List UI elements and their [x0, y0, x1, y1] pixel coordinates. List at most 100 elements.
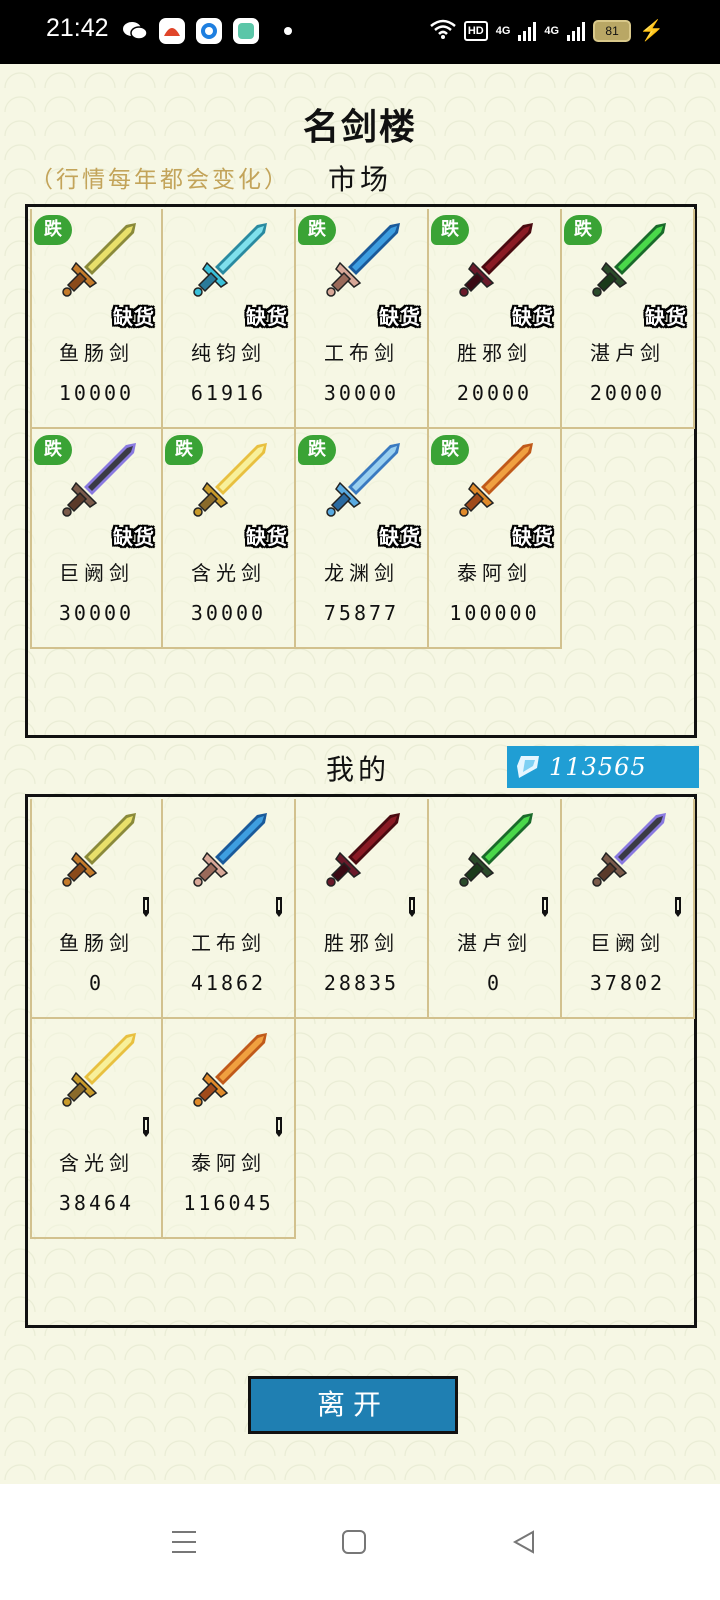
game-screen: 名剑楼 （行情每年都会变化） 市场 跌缺货 鱼肠剑 10000 缺货 纯钧剑 61916 跌…: [0, 64, 720, 1484]
orange-sword-icon: [193, 1033, 267, 1107]
sword-name: 湛卢剑: [590, 341, 665, 365]
price-drop-badge: 跌: [564, 215, 602, 245]
market-panel: 跌缺货 鱼肠剑 10000 缺货 纯钧剑 61916 跌缺货 工布剑 30000 跌缺货 胜邪剑 20…: [25, 204, 697, 738]
sword-value: 116045: [183, 1191, 274, 1215]
leave-button[interactable]: 离开: [248, 1376, 458, 1434]
sword-price: 100000: [449, 601, 540, 625]
sword-name: 巨阙剑: [59, 561, 134, 585]
status-time: 21:42: [46, 14, 109, 42]
inventory-item[interactable]: 工布剑 41862: [163, 799, 296, 1019]
more-notifications-dot: [284, 27, 292, 35]
sword-value: 37802: [589, 971, 666, 995]
app-green-icon: [233, 18, 259, 44]
market-grid: 跌缺货 鱼肠剑 10000 缺货 纯钧剑 61916 跌缺货 工布剑 30000 跌缺货 胜邪剑 20…: [30, 209, 695, 649]
app-blue-icon: [196, 18, 222, 44]
sword-name: 纯钧剑: [191, 341, 266, 365]
out-of-stock-badge: 缺货: [512, 305, 554, 329]
out-of-stock-badge: 缺货: [246, 525, 288, 549]
mine-section-label: 我的: [326, 753, 391, 786]
status-right: HD 4G 4G 81 ⚡: [430, 18, 664, 43]
market-note: （行情每年都会变化）: [30, 167, 290, 193]
yellow-sword-icon: [62, 813, 136, 887]
dark-sword-icon: [592, 813, 666, 887]
sword-price: 61916: [190, 381, 267, 405]
price-drop-badge: 跌: [431, 215, 469, 245]
sword-value: 38464: [58, 1191, 135, 1215]
price-drop-badge: 跌: [34, 435, 72, 465]
gold-sword-icon: [62, 1033, 136, 1107]
sword-name: 泰阿剑: [191, 1151, 266, 1175]
market-item[interactable]: 跌缺货 含光剑 30000: [163, 429, 296, 649]
navigation-bar: [0, 1484, 720, 1600]
price-drop-badge: 跌: [165, 435, 203, 465]
sword-value: 0: [486, 971, 503, 995]
out-of-stock-badge: 缺货: [246, 305, 288, 329]
app-red-icon: [159, 18, 185, 44]
sword-price: 30000: [58, 601, 135, 625]
menu-icon[interactable]: [166, 1524, 202, 1560]
sword-name: 巨阙剑: [590, 931, 665, 955]
price-drop-badge: 跌: [298, 435, 336, 465]
out-of-stock-badge: 缺货: [113, 525, 155, 549]
flag-icon: [276, 1117, 282, 1137]
inventory-item[interactable]: 巨阙剑 37802: [562, 799, 695, 1019]
status-bar: 21:42 HD 4G 4G 81 ⚡: [0, 0, 720, 64]
sword-value: 41862: [190, 971, 267, 995]
inventory-item[interactable]: 鱼肠剑 0: [30, 799, 163, 1019]
home-icon[interactable]: [336, 1524, 372, 1560]
flag-icon: [143, 1117, 149, 1137]
market-item[interactable]: 缺货纯钧剑 61916: [163, 209, 296, 429]
gem-icon: [517, 756, 539, 778]
sword-name: 鱼肠剑: [59, 931, 134, 955]
inventory-panel: 鱼肠剑 0 工布剑 41862 胜邪剑 28835 湛卢剑 0 巨阙剑 37802 含光剑 38464…: [25, 794, 697, 1328]
flag-icon: [143, 897, 149, 917]
cyan-sword-icon: [193, 223, 267, 297]
out-of-stock-badge: 缺货: [645, 305, 687, 329]
blue-sword-icon: [193, 813, 267, 887]
battery-icon: 81: [593, 19, 632, 42]
wifi-icon: [430, 19, 456, 42]
hd-indicator: HD: [463, 20, 488, 41]
sword-name: 胜邪剑: [457, 341, 532, 365]
back-icon[interactable]: [506, 1524, 542, 1560]
inventory-item[interactable]: 胜邪剑 28835: [296, 799, 429, 1019]
crimson-sword-icon: [326, 813, 400, 887]
charging-icon: ⚡: [639, 20, 664, 42]
sword-price: 75877: [323, 601, 400, 625]
sword-name: 湛卢剑: [457, 931, 532, 955]
inventory-item[interactable]: 含光剑 38464: [30, 1019, 163, 1239]
notification-icons: [122, 18, 292, 44]
market-section-label: 市场: [328, 163, 393, 196]
gem-count: 113565: [549, 753, 647, 781]
market-item[interactable]: 跌缺货龙渊剑 75877: [296, 429, 429, 649]
sword-price: 30000: [190, 601, 267, 625]
sword-name: 胜邪剑: [324, 931, 399, 955]
sword-name: 鱼肠剑: [59, 341, 134, 365]
market-item[interactable]: 跌缺货工布剑 30000: [296, 209, 429, 429]
green-sword-icon: [459, 813, 533, 887]
network-label-2: 4G: [544, 24, 560, 37]
market-item[interactable]: 跌缺货 泰阿剑 100000: [429, 429, 562, 649]
sword-name: 龙渊剑: [324, 561, 399, 585]
price-drop-badge: 跌: [298, 215, 336, 245]
market-item[interactable]: 跌缺货巨阙剑 30000: [30, 429, 163, 649]
sword-value: 0: [88, 971, 105, 995]
market-item[interactable]: 跌缺货 湛卢剑 20000: [562, 209, 695, 429]
inventory-item[interactable]: 泰阿剑 116045: [163, 1019, 296, 1239]
market-item[interactable]: 跌缺货 鱼肠剑 10000: [30, 209, 163, 429]
price-drop-badge: 跌: [34, 215, 72, 245]
inventory-item[interactable]: 湛卢剑 0: [429, 799, 562, 1019]
out-of-stock-badge: 缺货: [379, 305, 421, 329]
sword-name: 工布剑: [324, 341, 399, 365]
sword-value: 28835: [323, 971, 400, 995]
out-of-stock-badge: 缺货: [512, 525, 554, 549]
signal-icon-1: [518, 21, 537, 41]
sword-price: 30000: [323, 381, 400, 405]
flag-icon: [276, 897, 282, 917]
flag-icon: [542, 897, 548, 917]
market-item[interactable]: 跌缺货 胜邪剑 20000: [429, 209, 562, 429]
sword-name: 工布剑: [191, 931, 266, 955]
out-of-stock-badge: 缺货: [113, 305, 155, 329]
out-of-stock-badge: 缺货: [379, 525, 421, 549]
price-drop-badge: 跌: [431, 435, 469, 465]
